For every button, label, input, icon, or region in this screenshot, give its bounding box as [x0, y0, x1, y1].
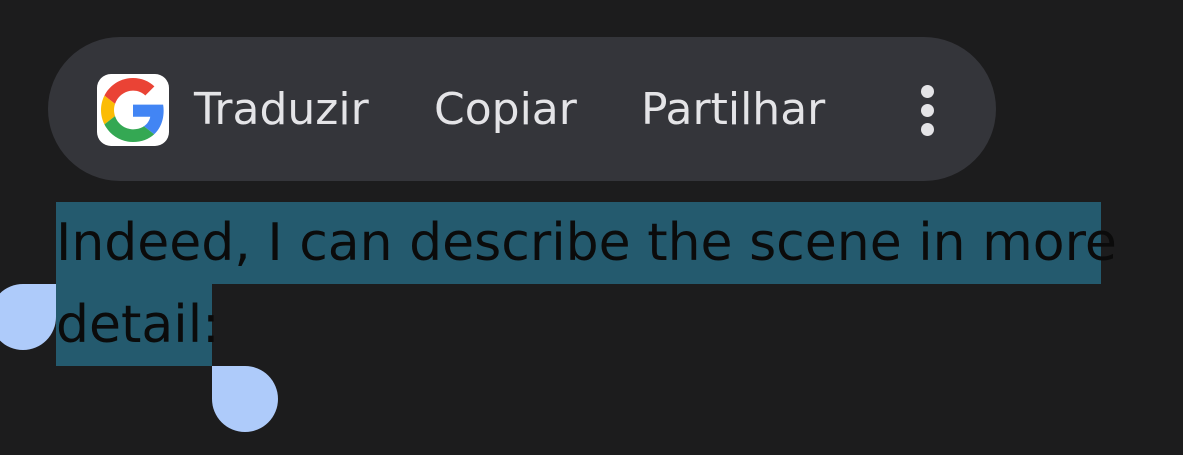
selection-end-handle[interactable]	[212, 366, 278, 432]
more-options-button[interactable]	[907, 84, 947, 136]
share-button[interactable]: Partilhar	[641, 84, 825, 136]
selected-text-line[interactable]: detail:	[56, 284, 220, 366]
more-vertical-icon	[920, 84, 934, 98]
selection-start-handle[interactable]	[0, 284, 56, 350]
copy-button[interactable]: Copiar	[434, 84, 577, 136]
translate-button[interactable]: Traduzir	[194, 84, 369, 136]
selected-text-line[interactable]: Indeed, I can describe the scene in more	[56, 202, 1117, 284]
google-g-icon[interactable]	[97, 74, 169, 146]
more-vertical-icon-dot	[920, 122, 934, 136]
more-vertical-icon-dot	[920, 103, 934, 117]
